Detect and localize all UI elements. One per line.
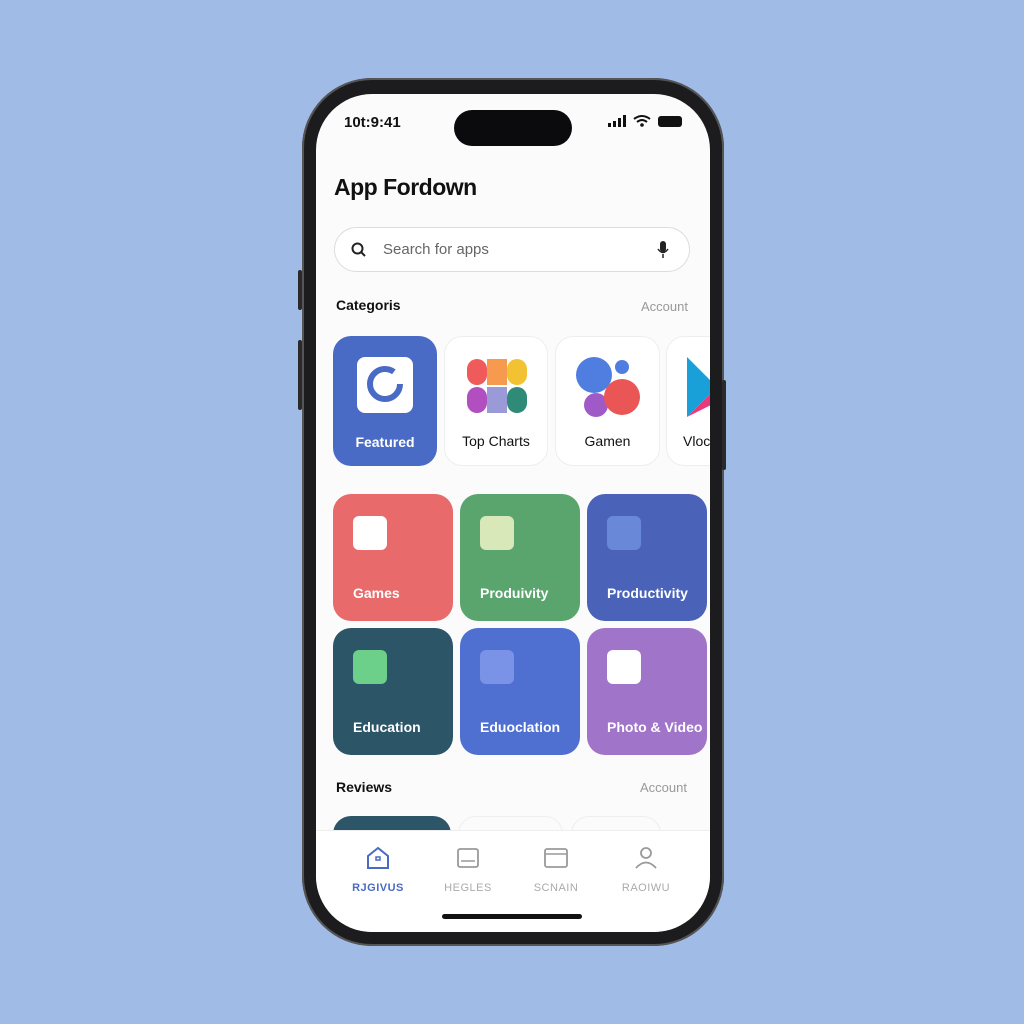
window-icon (544, 848, 568, 868)
home-indicator[interactable] (442, 914, 582, 919)
category-label: Photo & Video (607, 719, 703, 735)
category-eduoclation[interactable]: Eduoclation (460, 628, 580, 755)
nav-tab-2[interactable]: HEGLES (428, 845, 508, 894)
wifi-icon (633, 115, 651, 123)
side-button (722, 380, 726, 470)
bookmark-icon (480, 650, 514, 684)
battery-icon (658, 116, 682, 127)
category-label: Produivity (480, 585, 549, 601)
games-icon (576, 357, 640, 417)
category-video[interactable]: Vloc (666, 336, 710, 466)
volume-down-button (298, 340, 302, 410)
category-label: Gamen (584, 433, 631, 449)
document-icon (607, 516, 641, 550)
category-gamen[interactable]: Gamen (555, 336, 660, 466)
video-icon (687, 357, 710, 417)
reviews-account-link[interactable]: Account (640, 780, 687, 795)
games-tile-icon (353, 516, 387, 550)
top-charts-icon (467, 359, 527, 413)
category-label: Eduoclation (480, 719, 561, 735)
categories-account-link[interactable]: Account (641, 299, 688, 314)
nav-tab-4[interactable]: RAOIWU (606, 845, 686, 894)
category-label: Productivity (607, 585, 688, 601)
book-icon (353, 650, 387, 684)
microphone-icon[interactable] (657, 241, 669, 259)
screen: 10t:9:41 App Fordown Search for apps Cat… (316, 94, 710, 932)
nav-label: HEGLES (444, 882, 492, 894)
home-icon (367, 846, 389, 869)
page-title: App Fordown (334, 174, 477, 200)
category-label: Featured (355, 434, 415, 450)
dynamic-island (454, 110, 572, 146)
status-time: 10t:9:41 (344, 114, 401, 131)
featured-icon (357, 357, 413, 413)
category-photo-video[interactable]: Photo & Video (587, 628, 707, 755)
nav-label: RJGIVUS (352, 882, 404, 894)
card-icon (457, 848, 479, 868)
category-label: Education (353, 719, 421, 735)
categories-heading: Categoris (336, 297, 401, 313)
volume-up-button (298, 270, 302, 310)
chat-icon (480, 516, 514, 550)
category-productivity[interactable]: Productivity (587, 494, 707, 621)
category-top-charts[interactable]: Top Charts (444, 336, 548, 466)
category-featured[interactable]: Featured (333, 336, 437, 466)
search-input[interactable]: Search for apps (334, 227, 690, 272)
status-icons (608, 114, 688, 135)
nav-tab-3[interactable]: SCNAIN (516, 845, 596, 894)
signal-icon (608, 115, 626, 127)
category-label: Vloc (683, 433, 710, 449)
category-education[interactable]: Education (333, 628, 453, 755)
search-placeholder: Search for apps (383, 241, 489, 258)
search-icon (351, 242, 366, 257)
category-produivity[interactable]: Produivity (460, 494, 580, 621)
category-label: Top Charts (462, 433, 530, 449)
nav-label: SCNAIN (533, 882, 579, 894)
message-icon (607, 650, 641, 684)
person-icon (635, 847, 657, 869)
nav-tab-1[interactable]: RJGIVUS (338, 845, 418, 894)
category-label: Games (353, 585, 400, 601)
nav-label: RAOIWU (621, 882, 671, 894)
category-games[interactable]: Games (333, 494, 453, 621)
reviews-heading: Reviews (336, 779, 393, 795)
